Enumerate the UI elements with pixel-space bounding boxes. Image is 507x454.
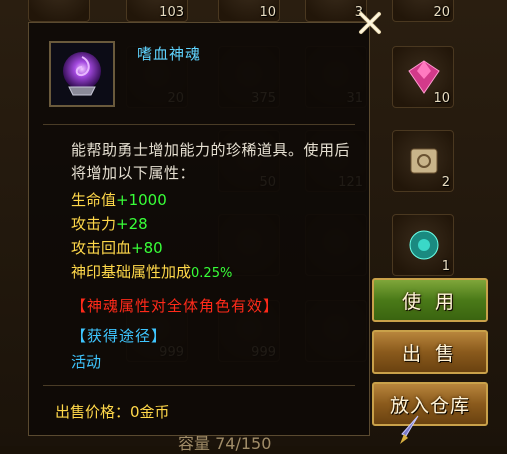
store-in-warehouse-button[interactable]: 放入仓库	[372, 382, 488, 426]
sword-cursor-icon	[400, 415, 419, 444]
source-title: 【获得途径】	[71, 327, 168, 345]
inventory-slot[interactable]: 20	[392, 0, 454, 22]
attribute-value: +28	[116, 215, 148, 233]
attribute-value: +1000	[116, 191, 167, 209]
attribute-attack: 攻击力+28	[71, 213, 148, 234]
sell-button[interactable]: 出 售	[372, 330, 488, 374]
attribute-label: 攻击力	[71, 215, 117, 233]
item-tooltip-panel: 嗜血神魂 能帮助勇士增加能力的珍稀道具。使用后将增加以下属性： 生命值+1000…	[28, 22, 370, 436]
item-icon-frame	[49, 41, 115, 107]
close-icon	[359, 12, 381, 34]
inventory-slot[interactable]	[28, 0, 90, 22]
slot-quantity: 10	[259, 5, 276, 20]
attribute-label: 攻击回血	[71, 239, 132, 257]
pink-gem-icon	[408, 60, 440, 94]
attribute-label: 神印基础属性加成	[71, 263, 192, 281]
source-value: 活动	[71, 353, 102, 371]
attribute-label: 生命值	[71, 191, 117, 209]
attribute-hp: 生命值+1000	[71, 189, 167, 210]
slot-quantity: 1	[441, 259, 450, 274]
slot-quantity: 20	[433, 5, 450, 20]
attribute-lifesteal: 攻击回血+80	[71, 237, 163, 258]
inventory-slot[interactable]: 103	[126, 0, 188, 22]
item-description: 能帮助勇士增加能力的珍稀道具。使用后将增加以下属性：	[71, 141, 351, 182]
inventory-slot[interactable]: 10	[392, 46, 454, 108]
item-notice: 【神魂属性对全体角色有效】	[71, 297, 280, 315]
sell-price: 出售价格：0金币	[55, 403, 170, 421]
use-button[interactable]: 使 用	[372, 278, 488, 322]
divider	[43, 124, 355, 125]
inventory-slot[interactable]: 2	[392, 130, 454, 192]
attribute-value: +80	[131, 239, 163, 257]
attribute-value: 0.25%	[191, 266, 233, 281]
inventory-slot[interactable]: 10	[218, 0, 280, 22]
teal-orb-icon	[409, 230, 439, 260]
slot-quantity: 103	[159, 5, 184, 20]
purple-soul-orb-icon	[51, 43, 113, 105]
slot-quantity: 2	[441, 175, 450, 190]
scroll-icon	[410, 148, 438, 174]
slot-quantity: 10	[433, 91, 450, 106]
item-name: 嗜血神魂	[137, 45, 202, 63]
inventory-slot[interactable]: 1	[392, 214, 454, 276]
divider	[43, 385, 355, 386]
close-button[interactable]	[356, 9, 384, 37]
attribute-seal-bonus: 神印基础属性加成0.25%	[71, 261, 232, 282]
